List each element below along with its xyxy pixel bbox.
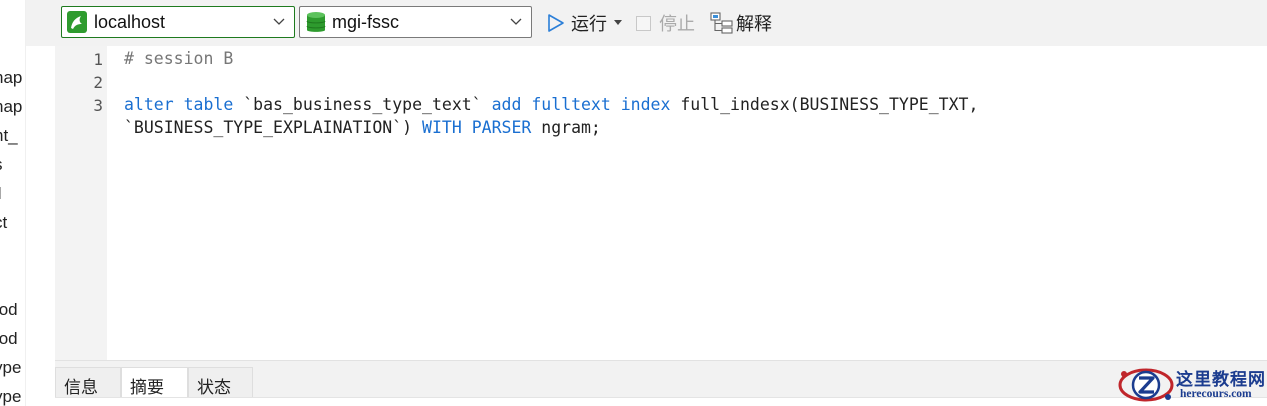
connection-select[interactable]: localhost (61, 6, 295, 38)
navigator-sidebar: nap nap nt_ s il ct tod tod ype ype (0, 0, 26, 406)
line-number: 3 (93, 96, 103, 115)
sql-keyword: index (620, 95, 671, 114)
connection-value: localhost (94, 12, 166, 32)
navigator-item[interactable]: nap (0, 68, 22, 88)
sql-editor[interactable]: 1 2 3 # session B alter table `bas_busin… (55, 46, 1267, 360)
chevron-down-icon (510, 18, 522, 25)
sql-index-definition: full_indesx(BUSINESS_TYPE_TXT, (680, 95, 979, 114)
tab-status[interactable]: 状态 (188, 367, 253, 397)
sql-keyword: fulltext (531, 95, 611, 114)
run-button[interactable]: 运行 (547, 11, 622, 35)
watermark-logo-icon (1118, 368, 1174, 402)
navigator-item[interactable]: nt_ (0, 126, 18, 146)
navigator-item[interactable]: il (0, 184, 2, 204)
sql-keyword: add (491, 95, 522, 114)
line-number: 2 (93, 73, 103, 92)
code-line-3: alter table `bas_business_type_text` add… (124, 95, 978, 114)
explain-plan-icon (710, 12, 733, 34)
sql-keyword: WITH (422, 118, 462, 137)
tab-info-label: 信息 (64, 378, 98, 397)
navigator-item[interactable]: s (0, 155, 3, 175)
navigator-item[interactable]: tod (0, 329, 18, 349)
database-icon (306, 12, 326, 32)
code-line-1: # session B (124, 49, 233, 68)
tab-info[interactable]: 信息 (55, 367, 121, 397)
connection-icon (67, 11, 87, 33)
explain-button[interactable]: 解释 (710, 11, 772, 35)
watermark: 这里教程网 herecours.com (1116, 362, 1267, 406)
sql-column-name: `BUSINESS_TYPE_EXPLAINATION`) (124, 118, 413, 137)
sql-table-name: `bas_business_type_text` (243, 95, 482, 114)
sql-keyword: alter (124, 95, 174, 114)
sql-parser-name: ngram; (541, 118, 601, 137)
sql-keyword: PARSER (471, 118, 532, 137)
navigator-item[interactable]: ct (0, 213, 7, 233)
stop-icon (636, 15, 651, 31)
sql-comment: # session B (124, 49, 234, 68)
query-toolbar: localhost mgi-fssc 运行 停止 解释 (26, 0, 1267, 46)
play-icon (548, 14, 564, 32)
explain-label: 解释 (736, 14, 772, 34)
line-number-gutter: 1 2 3 (55, 46, 107, 360)
tab-summary-label: 摘要 (130, 378, 164, 397)
chevron-down-icon (273, 18, 285, 25)
navigator-item[interactable]: ype (0, 387, 21, 406)
sql-keyword: table (183, 95, 234, 114)
database-select[interactable]: mgi-fssc (299, 6, 532, 38)
code-line-3-wrap: `BUSINESS_TYPE_EXPLAINATION`) WITH PARSE… (124, 118, 601, 137)
navigator-item[interactable]: nap (0, 97, 22, 117)
run-label: 运行 (571, 14, 607, 34)
tab-summary[interactable]: 摘要 (121, 367, 188, 397)
database-value: mgi-fssc (332, 12, 399, 32)
caret-down-icon[interactable] (614, 20, 622, 26)
watermark-title: 这里教程网 (1176, 370, 1266, 390)
navigator-item[interactable]: tod (0, 300, 18, 320)
navigator-item[interactable]: ype (0, 358, 21, 378)
tab-status-label: 状态 (197, 378, 231, 397)
result-content (55, 397, 1267, 406)
line-number: 1 (93, 50, 103, 69)
result-panel: 信息 摘要 状态 (55, 360, 1267, 406)
watermark-url: herecours.com (1180, 388, 1252, 400)
stop-button[interactable]: 停止 (636, 11, 695, 35)
stop-label: 停止 (659, 14, 695, 34)
